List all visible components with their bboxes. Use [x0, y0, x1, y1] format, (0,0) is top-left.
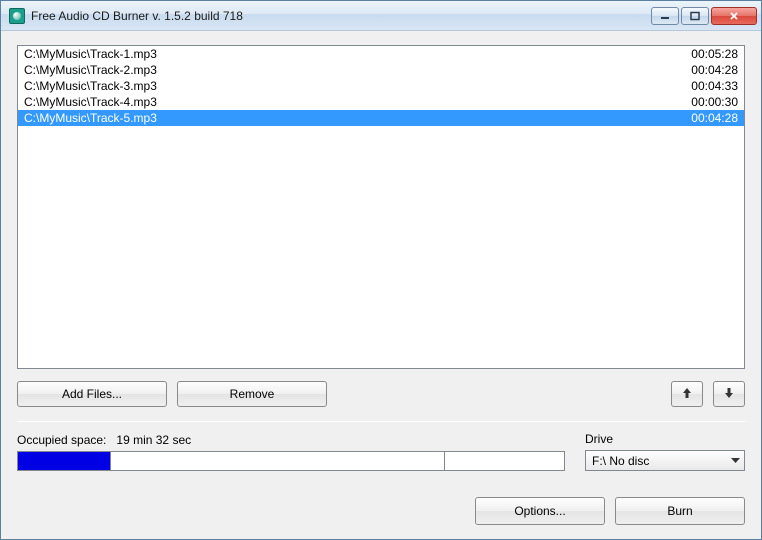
file-row[interactable]: C:\MyMusic\Track-2.mp300:04:28	[18, 62, 744, 78]
maximize-button[interactable]	[681, 7, 709, 25]
file-row[interactable]: C:\MyMusic\Track-5.mp300:04:28	[18, 110, 744, 126]
file-duration: 00:05:28	[668, 46, 738, 62]
file-buttons-row: Add Files... Remove	[17, 381, 745, 407]
occupied-space-block: Occupied space: 19 min 32 sec	[17, 433, 565, 471]
drive-label: Drive	[585, 432, 745, 446]
options-button[interactable]: Options...	[475, 497, 605, 525]
client-area: C:\MyMusic\Track-1.mp300:05:28C:\MyMusic…	[1, 31, 761, 539]
burn-button[interactable]: Burn	[615, 497, 745, 525]
file-path: C:\MyMusic\Track-5.mp3	[24, 110, 668, 126]
remove-button[interactable]: Remove	[177, 381, 327, 407]
file-duration: 00:04:28	[668, 110, 738, 126]
occupied-label: Occupied space:	[17, 433, 106, 447]
arrow-down-icon	[724, 387, 734, 402]
status-row: Occupied space: 19 min 32 sec Drive F:\ …	[17, 432, 745, 471]
divider	[17, 421, 745, 422]
arrow-up-icon	[682, 387, 692, 402]
occupied-value: 19 min 32 sec	[116, 433, 191, 447]
app-window: Free Audio CD Burner v. 1.5.2 build 718 …	[0, 0, 762, 540]
minimize-button[interactable]	[651, 7, 679, 25]
file-path: C:\MyMusic\Track-1.mp3	[24, 46, 668, 62]
file-row[interactable]: C:\MyMusic\Track-1.mp300:05:28	[18, 46, 744, 62]
window-title: Free Audio CD Burner v. 1.5.2 build 718	[31, 9, 651, 23]
file-row[interactable]: C:\MyMusic\Track-4.mp300:00:30	[18, 94, 744, 110]
file-path: C:\MyMusic\Track-2.mp3	[24, 62, 668, 78]
progress-tick	[444, 452, 445, 470]
file-duration: 00:00:30	[668, 94, 738, 110]
add-files-button[interactable]: Add Files...	[17, 381, 167, 407]
close-button[interactable]	[711, 7, 757, 25]
app-icon	[9, 8, 25, 24]
file-list[interactable]: C:\MyMusic\Track-1.mp300:05:28C:\MyMusic…	[17, 45, 745, 369]
move-down-button[interactable]	[713, 381, 745, 407]
drive-value: F:\ No disc	[592, 454, 731, 468]
move-up-button[interactable]	[671, 381, 703, 407]
chevron-down-icon	[731, 458, 740, 464]
occupied-progress	[17, 451, 565, 471]
bottom-buttons-row: Options... Burn	[17, 497, 745, 525]
drive-block: Drive F:\ No disc	[585, 432, 745, 471]
file-row[interactable]: C:\MyMusic\Track-3.mp300:04:33	[18, 78, 744, 94]
progress-fill	[18, 452, 111, 470]
file-duration: 00:04:33	[668, 78, 738, 94]
window-controls	[651, 7, 757, 25]
file-duration: 00:04:28	[668, 62, 738, 78]
file-path: C:\MyMusic\Track-4.mp3	[24, 94, 668, 110]
title-bar[interactable]: Free Audio CD Burner v. 1.5.2 build 718	[1, 1, 761, 31]
file-path: C:\MyMusic\Track-3.mp3	[24, 78, 668, 94]
drive-select[interactable]: F:\ No disc	[585, 450, 745, 471]
